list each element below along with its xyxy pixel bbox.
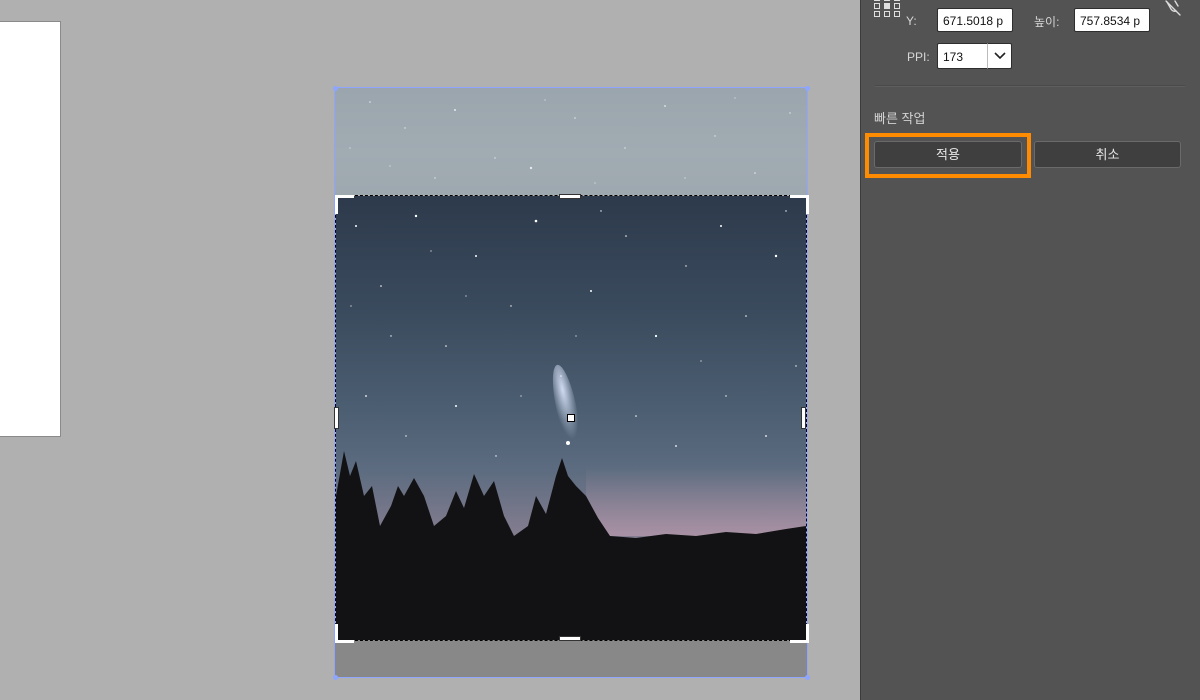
apply-button[interactable]: 적용 (874, 141, 1022, 168)
crop-center-handle[interactable] (567, 414, 575, 422)
height-field[interactable]: 757.8534 p (1074, 8, 1150, 32)
crop-handle-top-left[interactable] (335, 195, 354, 214)
ppi-label: PPI: (907, 50, 930, 64)
crop-handle-bottom[interactable] (559, 636, 581, 641)
quick-actions-title: 빠른 작업 (874, 111, 926, 126)
faint-stars (349, 97, 791, 184)
frame-handle[interactable] (805, 86, 810, 91)
height-label: 높이: (1034, 15, 1060, 29)
y-label: Y: (906, 14, 917, 28)
cancel-button[interactable]: 취소 (1034, 141, 1181, 168)
crop-handle-top[interactable] (559, 194, 581, 199)
canvas-area[interactable] (0, 0, 860, 700)
properties-panel (860, 0, 1200, 700)
crop-handle-bottom-right[interactable] (790, 624, 809, 643)
crop-handle-right[interactable] (801, 407, 806, 429)
ppi-select[interactable]: 173 (937, 43, 988, 69)
crop-handle-top-right[interactable] (790, 195, 809, 214)
panel-divider (875, 85, 1185, 87)
reference-point-grid-icon[interactable] (873, 0, 901, 17)
crop-handle-left[interactable] (334, 407, 339, 429)
chevron-down-icon (994, 52, 1006, 60)
frame-handle[interactable] (333, 675, 338, 680)
frame-handle[interactable] (805, 675, 810, 680)
unlink-chain-icon[interactable] (1163, 0, 1183, 16)
ppi-dropdown-button[interactable] (987, 43, 1012, 69)
frame-handle[interactable] (333, 86, 338, 91)
white-artboard (0, 21, 61, 437)
y-position-field[interactable]: 671.5018 p (937, 8, 1013, 32)
image-cropped-out-top (335, 88, 807, 195)
crop-handle-bottom-left[interactable] (335, 624, 354, 643)
image-cropped-out-bottom (335, 640, 807, 677)
